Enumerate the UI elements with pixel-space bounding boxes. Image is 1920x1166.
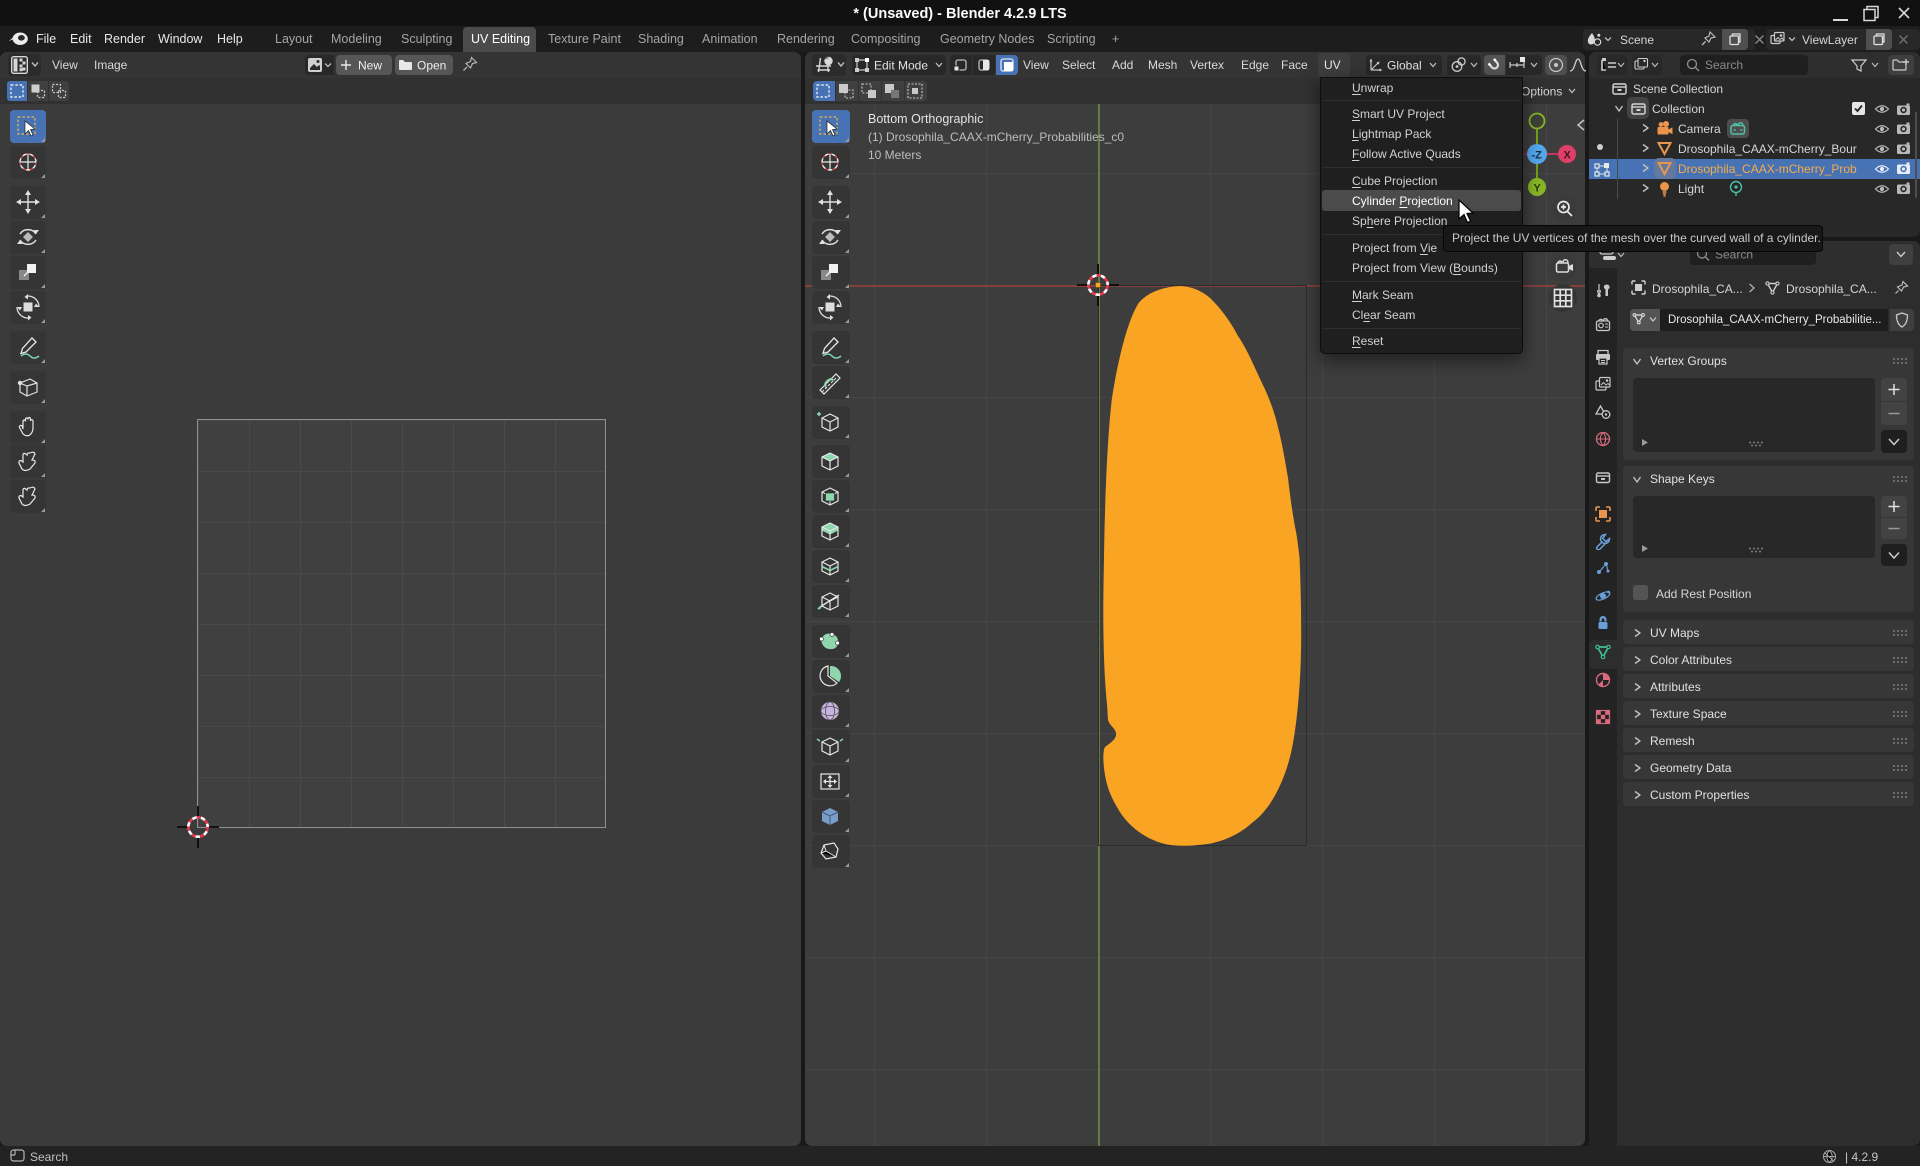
svg-text:X: X bbox=[1564, 150, 1572, 162]
svg-text:Global: Global bbox=[1387, 59, 1422, 73]
svg-text:-Z: -Z bbox=[1532, 150, 1543, 162]
svg-text:Options: Options bbox=[1521, 85, 1562, 99]
svg-text:New: New bbox=[358, 59, 382, 73]
svg-text:Edit Mode: Edit Mode bbox=[874, 59, 928, 73]
svg-text:Y: Y bbox=[1534, 183, 1542, 195]
svg-text:Open: Open bbox=[417, 59, 446, 73]
svg-text:Search: Search bbox=[1705, 58, 1743, 72]
